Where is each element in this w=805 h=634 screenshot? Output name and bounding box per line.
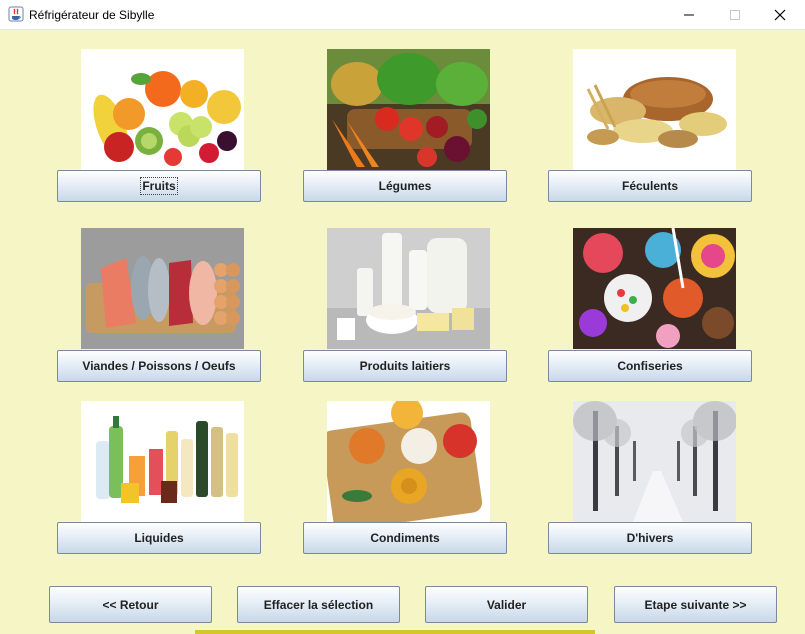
category-button-fruits[interactable]: Fruits [57,170,261,202]
fruits-photo [81,49,244,170]
category-button-legumes[interactable]: Légumes [303,170,507,202]
close-icon [774,9,786,20]
back-button-label: << Retour [102,597,159,612]
category-button-dhivers[interactable]: D'hivers [548,522,752,554]
winter-photo [573,401,736,522]
category-button-liquides[interactable]: Liquides [57,522,261,554]
clear-selection-label: Effacer la sélection [263,597,374,612]
category-label: D'hivers [626,531,674,545]
drinks-photo [81,401,244,522]
minimize-button[interactable] [666,0,712,29]
category-label: Viandes / Poissons / Oeufs [82,359,236,373]
next-step-button[interactable]: Etape suivante >> [614,586,777,623]
bottom-accent-line [195,630,595,634]
category-label: Condiments [370,531,440,545]
category-label: Fruits [140,177,178,195]
minimize-icon [684,14,694,15]
category-label: Légumes [378,179,432,193]
category-button-feculents[interactable]: Féculents [548,170,752,202]
window-title: Réfrigérateur de Sibylle [29,8,155,22]
category-button-viandes-poissons-oeufs[interactable]: Viandes / Poissons / Oeufs [57,350,261,382]
category-label: Confiseries [617,359,683,373]
validate-label: Valider [486,597,527,612]
next-step-label: Etape suivante >> [644,597,747,612]
category-button-confiseries[interactable]: Confiseries [548,350,752,382]
clear-selection-button[interactable]: Effacer la sélection [237,586,400,623]
maximize-icon [730,9,740,20]
category-label: Liquides [134,531,184,545]
meat-fish-eggs-photo [81,228,244,349]
starches-photo [573,49,736,170]
sweets-photo [573,228,736,349]
title-bar: Réfrigérateur de Sibylle [0,0,805,30]
category-button-condiments[interactable]: Condiments [303,522,507,554]
category-button-produits-laitiers[interactable]: Produits laitiers [303,350,507,382]
maximize-button[interactable] [712,0,758,29]
vegetables-photo [327,49,490,170]
java-app-icon [8,6,24,22]
close-button[interactable] [757,0,803,29]
back-button[interactable]: << Retour [49,586,212,623]
condiments-photo [327,401,490,522]
category-label: Produits laitiers [359,359,451,373]
validate-button[interactable]: Valider [425,586,588,623]
category-label: Féculents [621,179,678,193]
dairy-photo [327,228,490,349]
category-panel: Fruits Légumes Féculents Viandes / Poiss… [0,30,805,634]
